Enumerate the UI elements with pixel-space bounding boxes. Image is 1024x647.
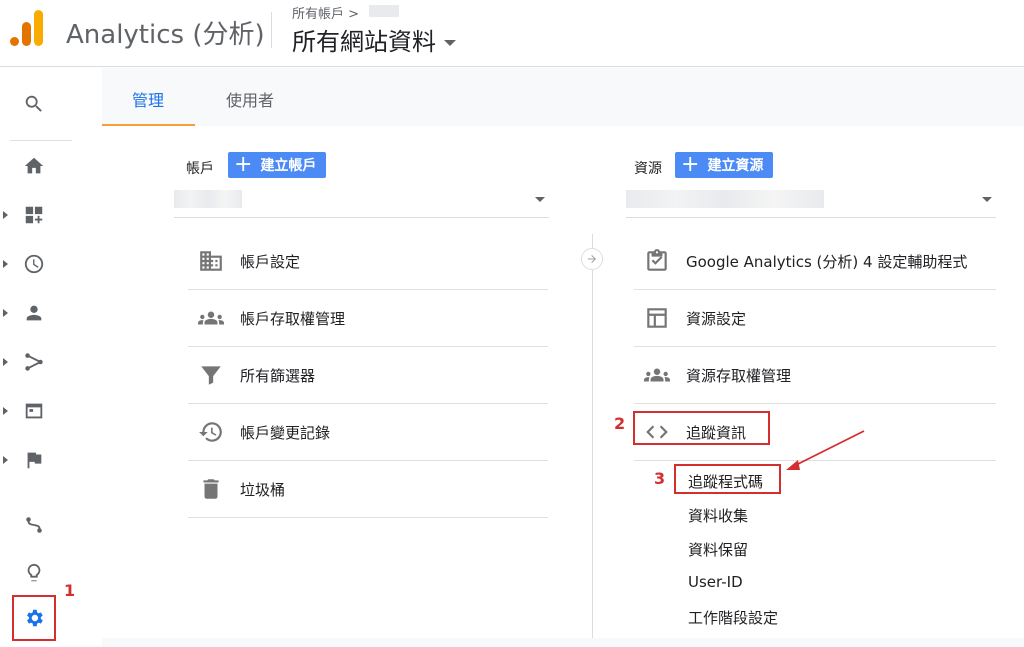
- expand-arrow-icon[interactable]: [3, 211, 8, 219]
- filter-icon: [196, 360, 226, 390]
- analytics-logo-icon[interactable]: [10, 10, 46, 46]
- realtime-clock-icon[interactable]: [10, 244, 58, 284]
- home-icon[interactable]: [10, 146, 58, 186]
- account-settings-label: 帳戶設定: [240, 252, 301, 271]
- trash-row[interactable]: 垃圾桶: [188, 461, 548, 518]
- column-divider: [592, 234, 593, 638]
- trash-label: 垃圾桶: [240, 480, 286, 499]
- session-settings-link[interactable]: 工作階段設定: [688, 607, 778, 628]
- account-column-label: 帳戶: [186, 161, 214, 177]
- step1-number: 1: [64, 581, 76, 600]
- tab-admin[interactable]: 管理: [132, 87, 164, 111]
- expand-arrow-icon[interactable]: [3, 407, 8, 415]
- ga4-setup-assistant-row[interactable]: Google Analytics (分析) 4 設定輔助程式: [634, 233, 996, 290]
- audience-person-icon[interactable]: [10, 293, 58, 333]
- account-change-history-label: 帳戶變更記錄: [240, 423, 331, 442]
- caret-down-icon: [535, 197, 545, 202]
- create-account-button[interactable]: + 建立帳戶: [228, 152, 327, 178]
- attribution-icon[interactable]: [10, 505, 58, 545]
- step2-number: 2: [614, 414, 626, 433]
- caret-down-icon: [982, 197, 992, 202]
- history-icon: [196, 417, 226, 447]
- tab-bar: 管理 使用者: [102, 68, 1024, 127]
- step3-highlight-box: [674, 464, 781, 494]
- property-column-label: 資源: [634, 161, 662, 177]
- app-title: Analytics (分析): [66, 20, 265, 50]
- create-property-button[interactable]: + 建立資源: [675, 152, 774, 178]
- behavior-icon[interactable]: [10, 391, 58, 431]
- property-selector[interactable]: 所有網站資料: [292, 22, 456, 57]
- step3-number: 3: [654, 469, 666, 488]
- account-dropdown[interactable]: [174, 184, 549, 218]
- data-retention-link[interactable]: 資料保留: [688, 539, 748, 560]
- admin-main: 管理 使用者 帳戶 + 建立帳戶 帳戶設定 帳戶存取權管理 所有篩選器 帳戶變更記…: [102, 68, 1024, 647]
- step2-highlight-box: [633, 411, 770, 445]
- building-icon: [196, 246, 226, 276]
- account-change-history-row[interactable]: 帳戶變更記錄: [188, 404, 548, 461]
- breadcrumb[interactable]: 所有帳戶 >: [292, 3, 359, 22]
- left-sidebar: [0, 68, 72, 647]
- expand-arrow-icon[interactable]: [3, 456, 8, 464]
- property-name: 所有網站資料: [292, 28, 436, 56]
- account-access-row[interactable]: 帳戶存取權管理: [188, 290, 548, 347]
- property-settings-row[interactable]: 資源設定: [634, 290, 996, 347]
- breadcrumb-account-blurred: [369, 5, 399, 17]
- layout-icon: [642, 303, 672, 333]
- clipboard-check-icon: [642, 246, 672, 276]
- people-icon: [642, 360, 672, 390]
- account-name-blurred: [174, 190, 242, 208]
- create-property-label: 建立資源: [707, 158, 764, 174]
- arrow-right-icon: [581, 248, 603, 270]
- trash-icon: [196, 474, 226, 504]
- property-access-label: 資源存取權管理: [686, 366, 792, 385]
- property-name-blurred: [626, 190, 824, 208]
- tab-users[interactable]: 使用者: [226, 87, 274, 111]
- conversions-flag-icon[interactable]: [10, 440, 58, 480]
- user-id-link[interactable]: User-ID: [688, 573, 743, 591]
- data-collection-link[interactable]: 資料收集: [688, 505, 748, 526]
- admin-gear-icon[interactable]: [10, 598, 58, 638]
- property-settings-label: 資源設定: [686, 309, 747, 328]
- account-access-label: 帳戶存取權管理: [240, 309, 346, 328]
- plus-icon: +: [681, 152, 700, 177]
- top-header: Analytics (分析) 所有帳戶 > 所有網站資料: [0, 0, 1024, 67]
- caret-down-icon: [444, 40, 456, 46]
- search-icon[interactable]: [10, 84, 58, 124]
- ga4-setup-assistant-label: Google Analytics (分析) 4 設定輔助程式: [686, 252, 968, 271]
- pointer-arrow-icon: [786, 430, 865, 470]
- acquisition-icon[interactable]: [10, 342, 58, 382]
- property-access-row[interactable]: 資源存取權管理: [634, 347, 996, 404]
- customization-icon[interactable]: [10, 195, 58, 235]
- plus-icon: +: [234, 152, 253, 177]
- insights-lightbulb-icon[interactable]: [10, 553, 58, 593]
- property-dropdown[interactable]: [626, 184, 996, 218]
- sidebar-separator: [10, 140, 72, 141]
- expand-arrow-icon[interactable]: [3, 309, 8, 317]
- people-icon: [196, 303, 226, 333]
- all-filters-row[interactable]: 所有篩選器: [188, 347, 548, 404]
- all-filters-label: 所有篩選器: [240, 366, 316, 385]
- header-divider: [271, 12, 272, 48]
- create-account-label: 建立帳戶: [260, 158, 317, 174]
- expand-arrow-icon[interactable]: [3, 358, 8, 366]
- expand-arrow-icon[interactable]: [3, 260, 8, 268]
- account-settings-row[interactable]: 帳戶設定: [188, 233, 548, 290]
- admin-panel: 帳戶 + 建立帳戶 帳戶設定 帳戶存取權管理 所有篩選器 帳戶變更記錄 垃圾桶: [102, 126, 1024, 638]
